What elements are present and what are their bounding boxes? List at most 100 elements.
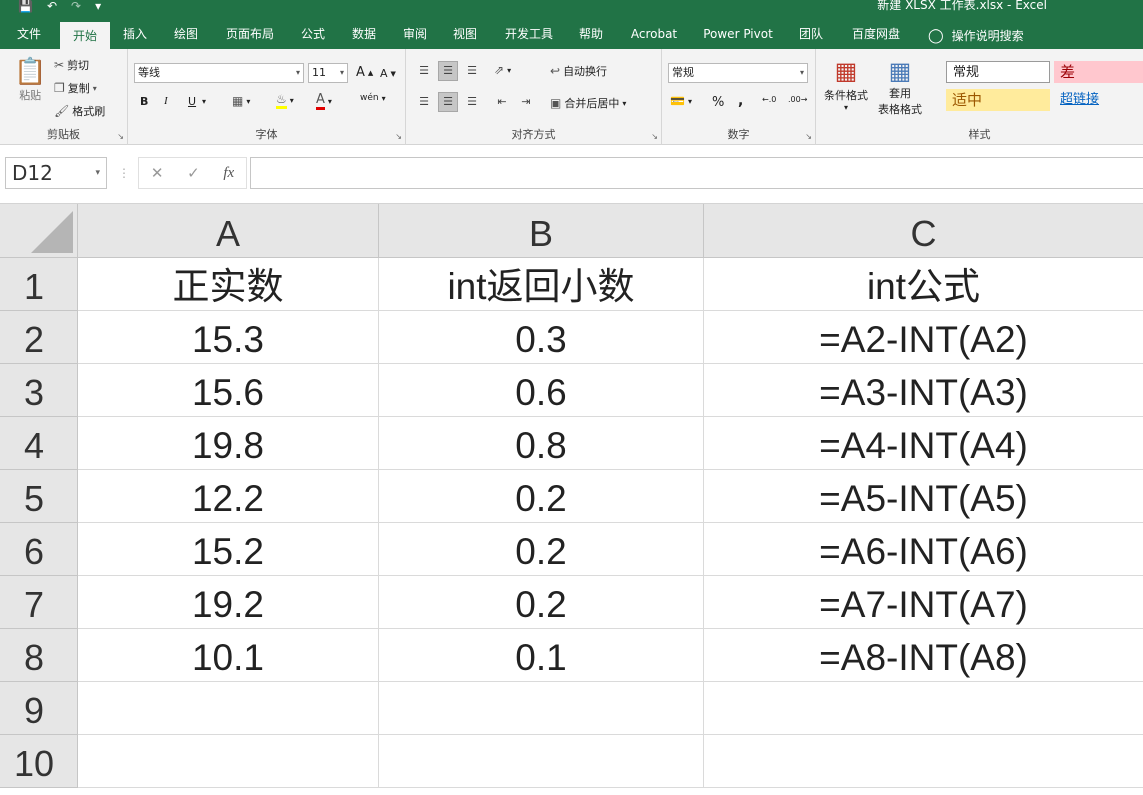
cell-b5[interactable]: 0.2 <box>379 470 704 523</box>
bold-button[interactable]: B <box>140 95 148 108</box>
cell-a6[interactable]: 15.2 <box>78 523 379 576</box>
cell-a10[interactable] <box>78 735 379 788</box>
percent-style-button[interactable]: % <box>712 95 724 110</box>
cell-c4[interactable]: =A4-INT(A4) <box>704 417 1143 470</box>
tell-me-search[interactable]: ◯ 操作说明搜索 <box>928 22 1024 49</box>
cell-a7[interactable]: 19.2 <box>78 576 379 629</box>
cell-c3[interactable]: =A3-INT(A3) <box>704 364 1143 417</box>
italic-button[interactable]: I <box>164 95 168 107</box>
font-size-combo[interactable]: 11 ▾ <box>308 63 348 83</box>
style-hyperlink[interactable]: 超链接 <box>1054 89 1143 111</box>
cell-b3[interactable]: 0.6 <box>379 364 704 417</box>
name-box[interactable]: D12 ▾ <box>5 157 107 189</box>
style-neutral[interactable]: 适中 <box>946 89 1050 111</box>
tab-insert[interactable]: 插入 <box>112 22 158 49</box>
decrease-indent-button[interactable]: ⇤ <box>492 92 512 112</box>
align-right-button[interactable]: ☰ <box>462 92 482 112</box>
cell-b2[interactable]: 0.3 <box>379 311 704 364</box>
cell-b8[interactable]: 0.1 <box>379 629 704 682</box>
cell-c8[interactable]: =A8-INT(A8) <box>704 629 1143 682</box>
decrease-decimal-button[interactable]: .00→ <box>788 95 807 104</box>
paste-button[interactable]: 📋 粘贴 <box>14 57 46 103</box>
font-name-combo[interactable]: 等线 ▾ <box>134 63 304 83</box>
merge-center-button[interactable]: ▣ 合并后居中 ▾ <box>550 95 626 111</box>
wrap-text-button[interactable]: ↩ 自动换行 <box>550 63 607 79</box>
dialog-launcher-icon[interactable]: ↘ <box>117 132 124 141</box>
enter-icon[interactable]: ✓ <box>187 164 200 182</box>
increase-font-size-button[interactable]: A ▲ <box>356 65 373 80</box>
tab-help[interactable]: 帮助 <box>568 22 614 49</box>
cell-c6[interactable]: =A6-INT(A6) <box>704 523 1143 576</box>
cell-b7[interactable]: 0.2 <box>379 576 704 629</box>
redo-icon[interactable]: ↷ <box>71 0 81 12</box>
cell-a2[interactable]: 15.3 <box>78 311 379 364</box>
tab-file[interactable]: 文件 <box>0 22 58 49</box>
cell-a8[interactable]: 10.1 <box>78 629 379 682</box>
chevron-down-icon[interactable]: ▾ <box>202 97 206 106</box>
insert-function-icon[interactable]: fx <box>223 165 234 182</box>
increase-indent-button[interactable]: ⇥ <box>516 92 536 112</box>
orientation-button[interactable]: ⇗ ▾ <box>494 63 511 77</box>
format-as-table-button[interactable]: ▦ 套用 表格格式 <box>878 57 922 117</box>
style-normal[interactable]: 常规 <box>946 61 1050 83</box>
cell-c1[interactable]: int公式 <box>704 258 1143 311</box>
column-header-c[interactable]: C <box>704 204 1143 258</box>
tab-view[interactable]: 视图 <box>442 22 488 49</box>
row-header[interactable]: 9 <box>0 682 78 735</box>
formula-bar-splitter[interactable]: ⋮ <box>118 166 130 180</box>
align-left-button[interactable]: ☰ <box>414 92 434 112</box>
row-header[interactable]: 7 <box>0 576 78 629</box>
borders-button[interactable]: ▦ ▾ <box>232 94 250 108</box>
cell-a3[interactable]: 15.6 <box>78 364 379 417</box>
align-center-button[interactable]: ☰ <box>438 92 458 112</box>
cell-c7[interactable]: =A7-INT(A7) <box>704 576 1143 629</box>
column-header-b[interactable]: B <box>379 204 704 258</box>
number-format-combo[interactable]: 常规 ▾ <box>668 63 808 83</box>
save-icon[interactable]: 💾 <box>18 0 33 12</box>
tab-developer[interactable]: 开发工具 <box>494 22 564 49</box>
cell-c5[interactable]: =A5-INT(A5) <box>704 470 1143 523</box>
cell-b1[interactable]: int返回小数 <box>379 258 704 311</box>
font-color-button[interactable]: A ▾ <box>316 92 332 110</box>
row-header[interactable]: 6 <box>0 523 78 576</box>
cell-b6[interactable]: 0.2 <box>379 523 704 576</box>
cell-c9[interactable] <box>704 682 1143 735</box>
accounting-format-button[interactable]: 💳 ▾ <box>670 94 692 108</box>
tab-formulas[interactable]: 公式 <box>290 22 336 49</box>
format-painter-button[interactable]: 🖌 格式刷 <box>54 103 105 119</box>
align-bottom-button[interactable]: ☰ <box>462 61 482 81</box>
row-header[interactable]: 1 <box>0 258 78 311</box>
row-header[interactable]: 5 <box>0 470 78 523</box>
tab-home[interactable]: 开始 <box>60 22 110 49</box>
underline-button[interactable]: U <box>188 95 196 108</box>
tab-review[interactable]: 审阅 <box>392 22 438 49</box>
row-header[interactable]: 3 <box>0 364 78 417</box>
tab-data[interactable]: 数据 <box>340 22 388 49</box>
tab-power-pivot[interactable]: Power Pivot <box>694 22 782 49</box>
column-header-a[interactable]: A <box>78 204 379 258</box>
conditional-formatting-button[interactable]: ▦ 条件格式 ▾ <box>824 57 868 112</box>
cut-button[interactable]: ✂ 剪切 <box>54 57 89 73</box>
cancel-icon[interactable]: ✕ <box>151 164 164 182</box>
cell-c10[interactable] <box>704 735 1143 788</box>
undo-icon[interactable]: ↶ <box>47 0 57 12</box>
tab-draw[interactable]: 绘图 <box>162 22 210 49</box>
row-header[interactable]: 10 <box>0 735 78 788</box>
cell-b4[interactable]: 0.8 <box>379 417 704 470</box>
row-header[interactable]: 8 <box>0 629 78 682</box>
cell-c2[interactable]: =A2-INT(A2) <box>704 311 1143 364</box>
tab-acrobat[interactable]: Acrobat <box>620 22 688 49</box>
customize-icon[interactable]: ▾ <box>95 0 101 12</box>
align-middle-button[interactable]: ☰ <box>438 61 458 81</box>
comma-style-button[interactable]: , <box>738 93 743 109</box>
decrease-font-size-button[interactable]: A ▼ <box>380 67 396 80</box>
align-top-button[interactable]: ☰ <box>414 61 434 81</box>
cell-b10[interactable] <box>379 735 704 788</box>
cell-b9[interactable] <box>379 682 704 735</box>
tab-page-layout[interactable]: 页面布局 <box>214 22 286 49</box>
dialog-launcher-icon[interactable]: ↘ <box>651 132 658 141</box>
row-header[interactable]: 4 <box>0 417 78 470</box>
style-bad[interactable]: 差 <box>1054 61 1143 83</box>
cell-a4[interactable]: 19.8 <box>78 417 379 470</box>
fill-color-button[interactable]: ♨ ▾ <box>276 92 294 109</box>
